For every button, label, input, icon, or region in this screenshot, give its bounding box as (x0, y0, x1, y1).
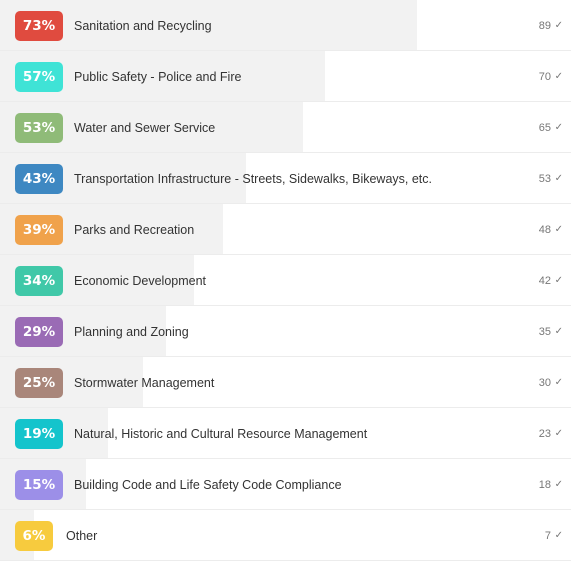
option-label: Planning and Zoning (74, 325, 189, 339)
vote-count: 7 (544, 530, 551, 542)
percent-badge: 53% (15, 113, 63, 143)
vote-count: 48 (538, 224, 551, 236)
poll-results-list: 73% Sanitation and Recycling 89 ✓ 57% Pu… (0, 0, 571, 565)
result-row[interactable]: 19% Natural, Historic and Cultural Resou… (0, 408, 571, 459)
vote-count: 89 (538, 20, 551, 32)
percent-badge: 15% (15, 470, 63, 500)
option-label: Public Safety - Police and Fire (74, 70, 242, 84)
checkmark-icon: ✓ (554, 224, 563, 235)
checkmark-icon: ✓ (554, 377, 563, 388)
vote-count: 23 (538, 428, 551, 440)
option-label: Other (66, 529, 98, 543)
result-row[interactable]: 6% Other 7 ✓ (0, 510, 571, 561)
percent-badge: 73% (15, 11, 63, 41)
percent-badge: 57% (15, 62, 63, 92)
percent-badge: 34% (15, 266, 63, 296)
checkmark-icon: ✓ (554, 71, 563, 82)
option-label: Economic Development (74, 274, 207, 288)
checkmark-icon: ✓ (554, 20, 563, 31)
checkmark-icon: ✓ (554, 428, 563, 439)
checkmark-icon: ✓ (554, 530, 563, 541)
option-label: Stormwater Management (74, 376, 215, 390)
percent-badge: 43% (15, 164, 63, 194)
option-label: Parks and Recreation (74, 223, 195, 237)
percent-badge: 25% (15, 368, 63, 398)
percent-badge: 6% (15, 521, 53, 551)
result-row[interactable]: 73% Sanitation and Recycling 89 ✓ (0, 0, 571, 51)
result-row[interactable]: 29% Planning and Zoning 35 ✓ (0, 306, 571, 357)
option-label: Sanitation and Recycling (74, 19, 212, 33)
option-label: Transportation Infrastructure - Streets,… (74, 172, 433, 186)
checkmark-icon: ✓ (554, 173, 563, 184)
vote-count: 70 (538, 71, 551, 83)
checkmark-icon: ✓ (554, 122, 563, 133)
percent-badge: 39% (15, 215, 63, 245)
percent-badge: 19% (15, 419, 63, 449)
percent-badge: 29% (15, 317, 63, 347)
vote-count: 35 (538, 326, 551, 338)
result-row[interactable]: 15% Building Code and Life Safety Code C… (0, 459, 571, 510)
vote-count: 30 (538, 377, 551, 389)
result-row[interactable]: 53% Water and Sewer Service 65 ✓ (0, 102, 571, 153)
result-row[interactable]: 43% Transportation Infrastructure - Stre… (0, 153, 571, 204)
checkmark-icon: ✓ (554, 326, 563, 337)
checkmark-icon: ✓ (554, 479, 563, 490)
result-row[interactable]: 34% Economic Development 42 ✓ (0, 255, 571, 306)
vote-count: 53 (538, 173, 551, 185)
result-row[interactable]: 25% Stormwater Management 30 ✓ (0, 357, 571, 408)
option-label: Natural, Historic and Cultural Resource … (74, 427, 368, 441)
vote-count: 42 (538, 275, 551, 287)
result-row[interactable]: 57% Public Safety - Police and Fire 70 ✓ (0, 51, 571, 102)
option-label: Building Code and Life Safety Code Compl… (74, 478, 342, 492)
vote-count: 65 (538, 122, 551, 134)
vote-count: 18 (538, 479, 551, 491)
checkmark-icon: ✓ (554, 275, 563, 286)
result-row[interactable]: 39% Parks and Recreation 48 ✓ (0, 204, 571, 255)
option-label: Water and Sewer Service (74, 121, 216, 135)
